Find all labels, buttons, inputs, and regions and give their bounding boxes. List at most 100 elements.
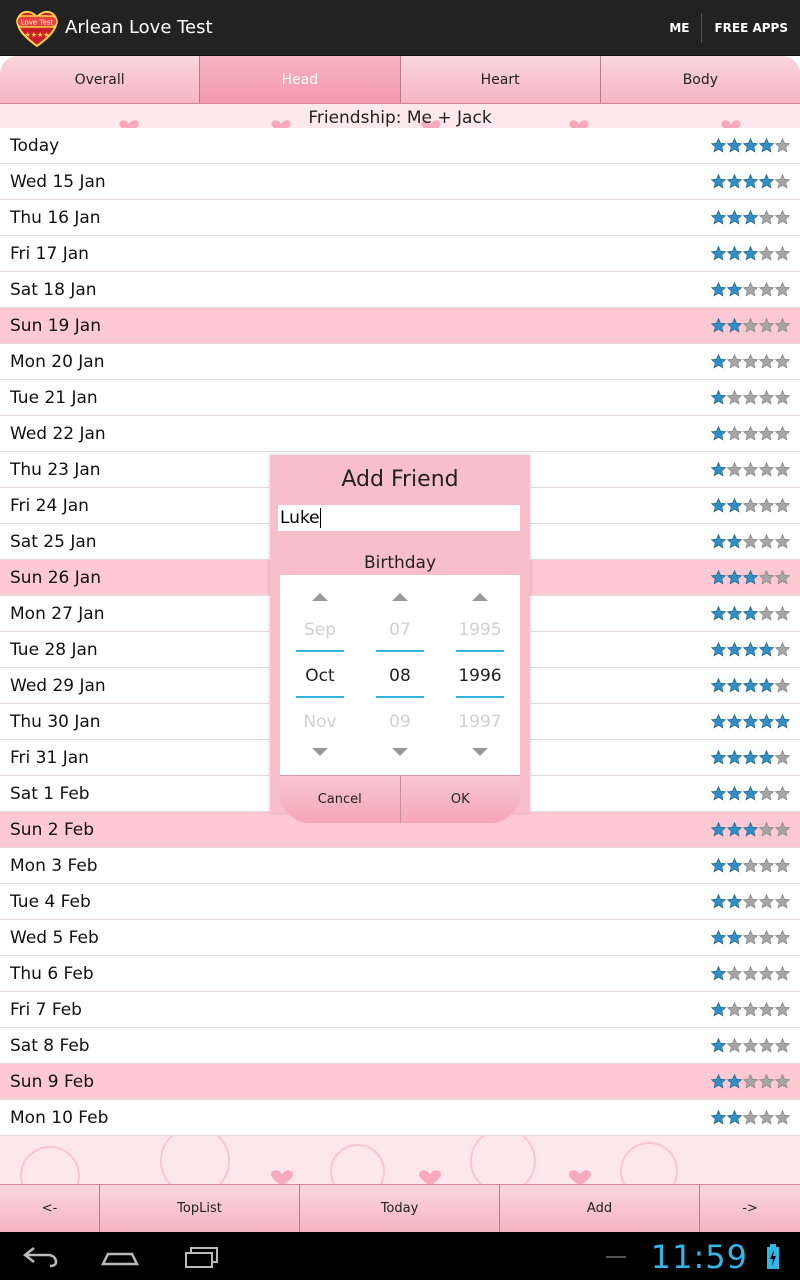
list-item[interactable]: Mon 3 Feb (0, 848, 800, 884)
list-item[interactable]: Tue 4 Feb (0, 884, 800, 920)
star-empty-icon (759, 894, 774, 909)
star-empty-icon (775, 750, 790, 765)
list-item[interactable]: Sun 19 Jan (0, 308, 800, 344)
toplist-button[interactable]: TopList (100, 1185, 300, 1232)
list-item[interactable]: Today (0, 128, 800, 164)
list-item[interactable]: Tue 21 Jan (0, 380, 800, 416)
day-current[interactable]: 08 (370, 666, 430, 686)
list-item[interactable]: Sat 8 Feb (0, 1028, 800, 1064)
circle-decoration (20, 1146, 80, 1184)
star-empty-icon (775, 678, 790, 693)
star-filled-icon (711, 966, 726, 981)
star-filled-icon (711, 930, 726, 945)
star-rating (711, 462, 790, 477)
month-prev[interactable]: Sep (290, 620, 350, 640)
star-empty-icon (759, 858, 774, 873)
star-empty-icon (727, 390, 742, 405)
month-current[interactable]: Oct (290, 666, 350, 686)
star-filled-icon (711, 786, 726, 801)
month-next[interactable]: Nov (290, 712, 350, 732)
recent-apps-icon[interactable] (182, 1244, 222, 1268)
friend-name-input[interactable]: Luke (278, 505, 520, 531)
star-filled-icon (727, 210, 742, 225)
month-down-arrow-icon[interactable] (312, 748, 328, 756)
star-empty-icon (743, 1110, 758, 1125)
star-empty-icon (743, 1074, 758, 1089)
day-down-arrow-icon[interactable] (392, 748, 408, 756)
list-item[interactable]: Wed 15 Jan (0, 164, 800, 200)
star-empty-icon (743, 426, 758, 441)
list-item[interactable]: Sun 9 Feb (0, 1064, 800, 1100)
star-empty-icon (775, 822, 790, 837)
star-empty-icon (775, 930, 790, 945)
me-button[interactable]: ME (657, 0, 701, 56)
day-up-arrow-icon[interactable] (392, 593, 408, 601)
star-filled-icon (759, 750, 774, 765)
tab-head[interactable]: Head (200, 56, 401, 103)
add-button[interactable]: Add (500, 1185, 700, 1232)
year-prev[interactable]: 1995 (450, 620, 510, 640)
star-filled-icon (711, 1038, 726, 1053)
home-icon[interactable] (100, 1244, 140, 1268)
star-filled-icon (711, 570, 726, 585)
back-icon[interactable] (20, 1244, 60, 1268)
star-filled-icon (743, 570, 758, 585)
star-filled-icon (727, 534, 742, 549)
list-item[interactable]: Sat 18 Jan (0, 272, 800, 308)
star-filled-icon (743, 786, 758, 801)
list-item[interactable]: Wed 22 Jan (0, 416, 800, 452)
next-button[interactable]: -> (700, 1185, 800, 1232)
banner-title: Friendship: Me + Jack (308, 108, 492, 128)
list-item[interactable]: Mon 10 Feb (0, 1100, 800, 1136)
tab-overall[interactable]: Overall (0, 56, 201, 103)
picker-line (456, 696, 504, 698)
prev-button[interactable]: <- (0, 1185, 100, 1232)
month-up-arrow-icon[interactable] (312, 593, 328, 601)
star-filled-icon (711, 678, 726, 693)
star-empty-icon (759, 390, 774, 405)
day-label: Fri 31 Jan (10, 747, 89, 768)
year-picker[interactable]: 1995 1996 1997 (450, 575, 510, 775)
month-picker[interactable]: Sep Oct Nov (290, 575, 350, 775)
star-filled-icon (711, 1110, 726, 1125)
star-filled-icon (727, 498, 742, 513)
ok-button[interactable]: OK (401, 776, 521, 823)
battery-charging-icon (767, 1244, 779, 1269)
star-filled-icon (759, 642, 774, 657)
heart-decoration-icon (271, 1170, 293, 1184)
list-item[interactable]: Thu 6 Feb (0, 956, 800, 992)
free-apps-button[interactable]: FREE APPS (702, 0, 800, 56)
star-filled-icon (743, 714, 758, 729)
cancel-button[interactable]: Cancel (280, 776, 401, 823)
day-picker[interactable]: 07 08 09 (370, 575, 430, 775)
star-empty-icon (759, 534, 774, 549)
list-item[interactable]: Mon 20 Jan (0, 344, 800, 380)
day-label: Fri 7 Feb (10, 999, 82, 1020)
star-empty-icon (775, 1110, 790, 1125)
year-down-arrow-icon[interactable] (472, 748, 488, 756)
circle-decoration (620, 1142, 678, 1184)
date-picker[interactable]: Sep Oct Nov 07 08 09 1995 1996 1997 (280, 575, 520, 775)
day-next[interactable]: 09 (370, 712, 430, 732)
tab-body[interactable]: Body (601, 56, 800, 103)
list-item[interactable]: Wed 5 Feb (0, 920, 800, 956)
list-item[interactable]: Fri 7 Feb (0, 992, 800, 1028)
day-prev[interactable]: 07 (370, 620, 430, 640)
action-bar: Love Test ★★★★ Arlean Love Test ME FREE … (0, 0, 800, 56)
text-cursor (319, 508, 321, 528)
star-rating (711, 678, 790, 693)
star-filled-icon (759, 678, 774, 693)
year-next[interactable]: 1997 (450, 712, 510, 732)
year-current[interactable]: 1996 (450, 666, 510, 686)
tab-heart[interactable]: Heart (401, 56, 601, 103)
star-empty-icon (743, 354, 758, 369)
star-rating (711, 210, 790, 225)
list-item[interactable]: Fri 17 Jan (0, 236, 800, 272)
star-rating (711, 642, 790, 657)
friendship-banner: Friendship: Me + Jack (0, 104, 800, 130)
list-item[interactable]: Thu 16 Jan (0, 200, 800, 236)
today-button[interactable]: Today (300, 1185, 500, 1232)
star-rating (711, 390, 790, 405)
star-empty-icon (743, 282, 758, 297)
year-up-arrow-icon[interactable] (472, 593, 488, 601)
